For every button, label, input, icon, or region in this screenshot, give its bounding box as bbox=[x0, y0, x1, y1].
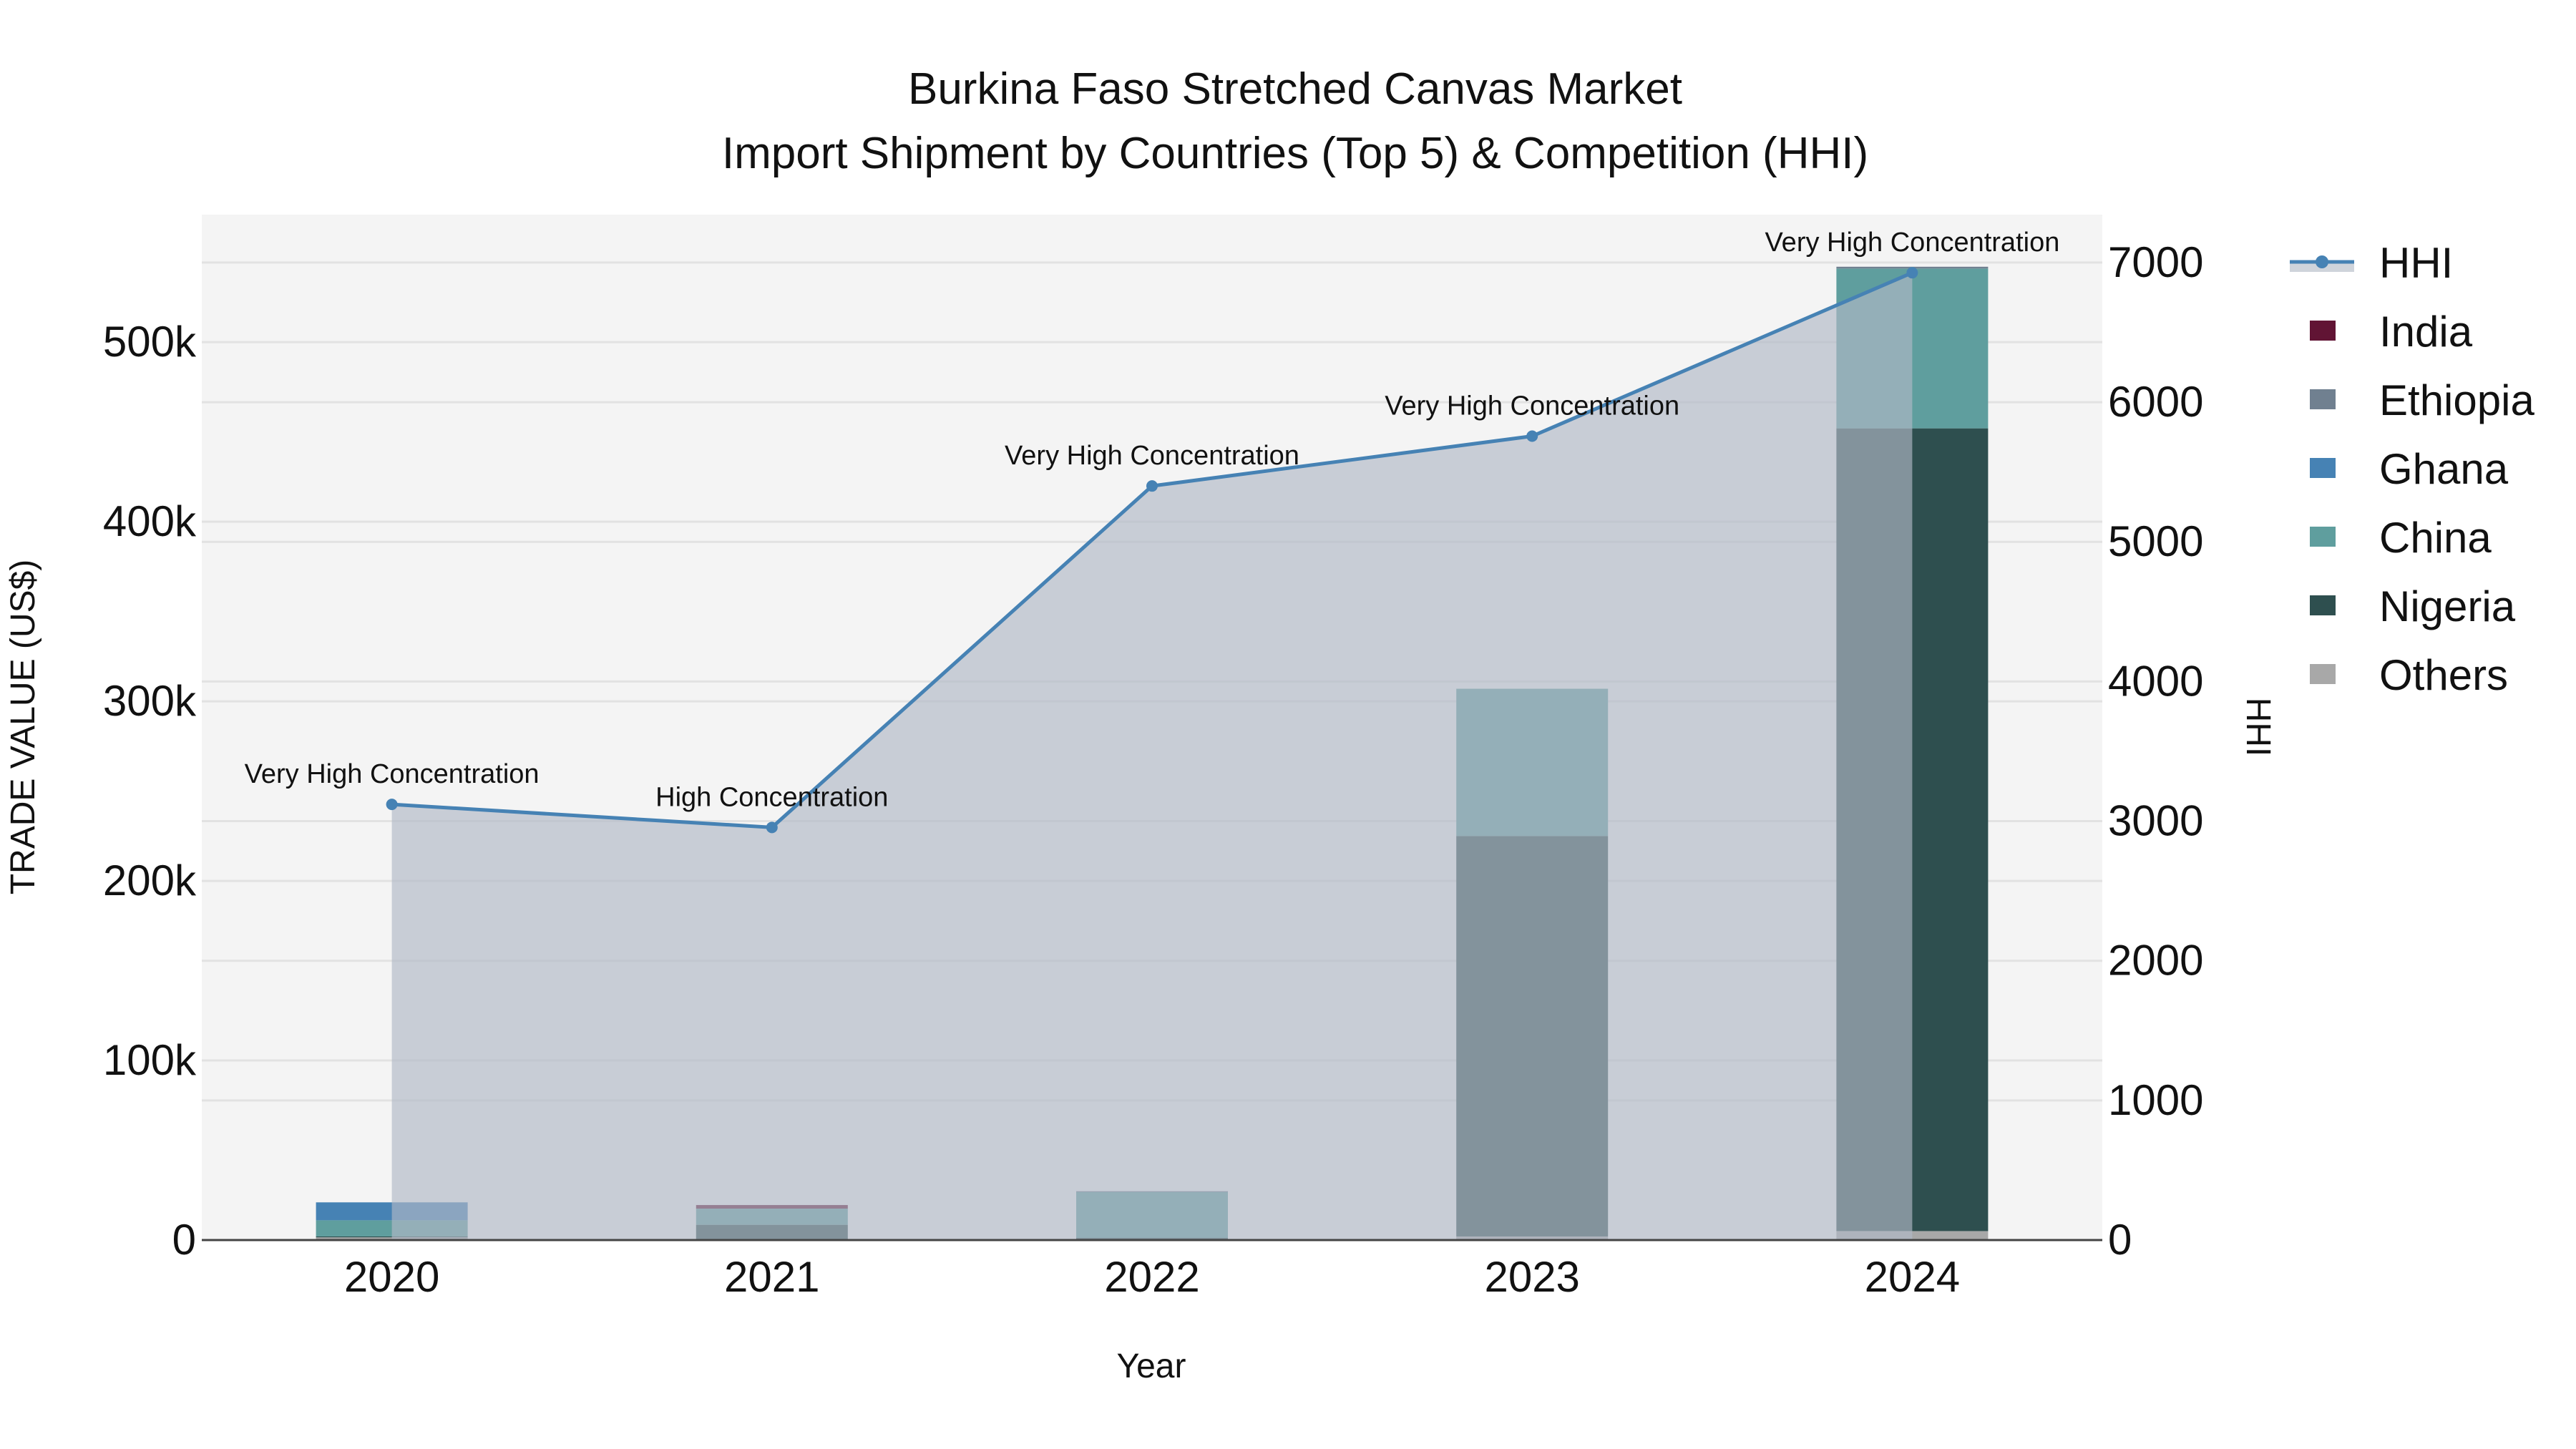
y2-tick-label: 2000 bbox=[2108, 937, 2203, 985]
legend-label: China bbox=[2379, 514, 2492, 562]
chart-subtitle: Import Shipment by Countries (Top 5) & C… bbox=[722, 129, 1868, 178]
legend: HHI India Ethiopia Ghana China Nigeria Others bbox=[2290, 239, 2534, 699]
x-tick-label: 2020 bbox=[344, 1253, 439, 1301]
legend-label: Nigeria bbox=[2379, 582, 2516, 630]
x-tick-label: 2021 bbox=[724, 1253, 819, 1301]
y2-tick-label: 5000 bbox=[2108, 517, 2203, 565]
hhi-point bbox=[1906, 267, 1918, 279]
y2-tick-label: 3000 bbox=[2108, 797, 2203, 845]
chart-title: Burkina Faso Stretched Canvas Market bbox=[908, 64, 1682, 114]
hhi-point bbox=[1526, 430, 1538, 442]
x-tick-label: 2024 bbox=[1865, 1253, 1960, 1301]
legend-swatch-others bbox=[2310, 664, 2336, 684]
x-tick-label: 2022 bbox=[1104, 1253, 1199, 1301]
hhi-annotation: Very High Concentration bbox=[1385, 391, 1679, 421]
y2-tick-label: 4000 bbox=[2108, 657, 2203, 705]
hhi-point bbox=[766, 821, 778, 834]
x-axis-title: Year bbox=[1117, 1347, 1186, 1385]
x-tick-label: 2023 bbox=[1484, 1253, 1579, 1301]
legend-swatch-china bbox=[2310, 527, 2336, 547]
y-tick-label: 500k bbox=[103, 318, 197, 366]
y2-axis-ticks: 0 1000 2000 3000 4000 5000 6000 7000 bbox=[2108, 238, 2203, 1264]
y-axis-title: TRADE VALUE (US$) bbox=[4, 560, 42, 895]
legend-hhi-marker bbox=[2316, 255, 2328, 268]
y-tick-label: 0 bbox=[172, 1216, 196, 1264]
y2-tick-label: 7000 bbox=[2108, 238, 2203, 286]
legend-label: Ghana bbox=[2379, 445, 2509, 493]
y2-tick-label: 0 bbox=[2108, 1216, 2132, 1264]
y2-tick-label: 1000 bbox=[2108, 1076, 2203, 1124]
hhi-point bbox=[386, 799, 398, 811]
hhi-point bbox=[1146, 480, 1158, 492]
y2-tick-label: 6000 bbox=[2108, 378, 2203, 426]
hhi-annotation: Very High Concentration bbox=[1765, 228, 2059, 258]
legend-swatch-nigeria bbox=[2310, 595, 2336, 615]
legend-swatch-india bbox=[2310, 321, 2336, 341]
legend-label: Ethiopia bbox=[2379, 376, 2534, 424]
y-tick-label: 100k bbox=[103, 1036, 197, 1084]
hhi-annotation: Very High Concentration bbox=[245, 759, 540, 789]
legend-swatch-ghana bbox=[2310, 458, 2336, 478]
legend-label: India bbox=[2379, 308, 2473, 356]
x-axis-ticks: 2020 2021 2022 2023 2024 bbox=[344, 1253, 1960, 1301]
y-axis-ticks: 0 100k 200k 300k 400k 500k bbox=[103, 318, 197, 1264]
legend-label: HHI bbox=[2379, 239, 2453, 287]
y2-axis-title: HHI bbox=[2239, 698, 2277, 757]
y-tick-label: 200k bbox=[103, 857, 197, 904]
hhi-annotation: High Concentration bbox=[655, 782, 888, 812]
y-tick-label: 300k bbox=[103, 677, 197, 725]
hhi-annotation: Very High Concentration bbox=[1005, 441, 1299, 471]
legend-label: Others bbox=[2379, 651, 2508, 699]
legend-swatch-ethiopia bbox=[2310, 389, 2336, 409]
y-tick-label: 400k bbox=[103, 497, 197, 545]
chart: Burkina Faso Stretched Canvas Market Imp… bbox=[4, 64, 2534, 1385]
